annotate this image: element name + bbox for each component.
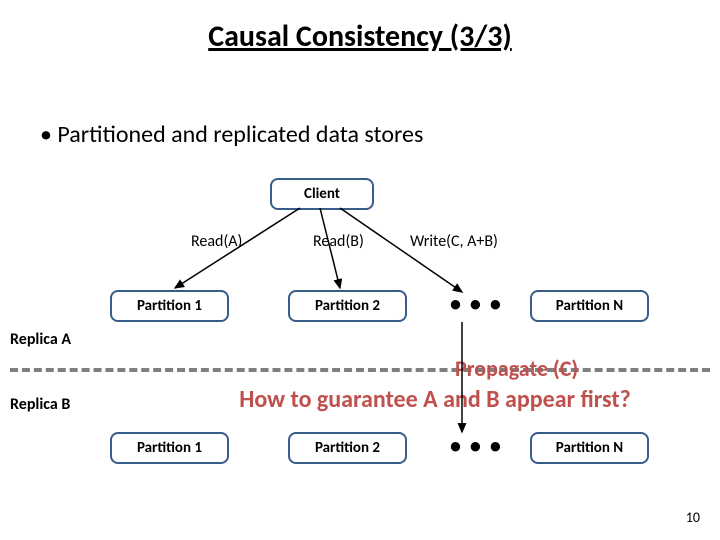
slide: Causal Consistency (3/3) Partitioned and… xyxy=(0,0,720,540)
propagate-label: Propagate (C) xyxy=(455,355,578,382)
replica-a-partition-1: Partition 1 xyxy=(110,290,229,322)
replica-b-dots: • • • xyxy=(450,432,503,459)
replica-divider xyxy=(10,368,710,372)
page-number: 10 xyxy=(686,509,700,526)
replica-a-dots: • • • xyxy=(450,290,503,317)
op-read-b: Read(B) xyxy=(313,232,364,251)
replica-a-label: Replica A xyxy=(10,330,71,349)
replica-b-partition-2: Partition 2 xyxy=(288,432,407,464)
replica-b-label: Replica B xyxy=(10,395,70,414)
replica-b-partition-1: Partition 1 xyxy=(110,432,229,464)
slide-title: Causal Consistency (3/3) xyxy=(0,18,720,55)
op-write-c: Write(C, A+B) xyxy=(410,232,498,251)
client-box: Client xyxy=(270,178,374,210)
question-text: How to guarantee A and B appear first? xyxy=(165,385,705,414)
bullet-text: Partitioned and replicated data stores xyxy=(40,120,423,149)
replica-b-partition-n: Partition N xyxy=(530,432,649,464)
replica-a-partition-2: Partition 2 xyxy=(288,290,407,322)
op-read-a: Read(A) xyxy=(191,232,242,251)
replica-a-partition-n: Partition N xyxy=(530,290,649,322)
